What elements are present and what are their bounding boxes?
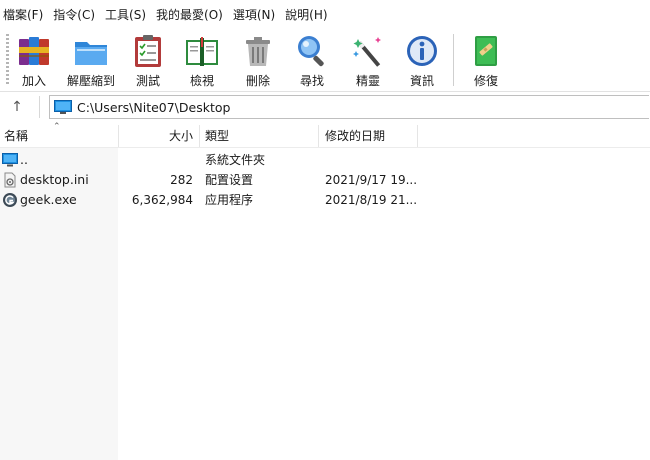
- column-modified[interactable]: 修改的日期: [325, 123, 385, 147]
- address-path: C:\Users\Nite07\Desktop: [77, 99, 231, 115]
- toolbar: 加入 解壓縮到 測試 檢視 刪除 尋找 精靈 資訊 修復: [0, 30, 650, 90]
- view-label: 檢視: [189, 74, 214, 88]
- menu-file[interactable]: 檔案(F): [0, 0, 48, 30]
- extract-to-button[interactable]: 解壓縮到: [64, 30, 118, 90]
- settings-file-icon: [4, 172, 16, 188]
- column-divider[interactable]: [318, 125, 319, 147]
- geek-app-icon: [3, 193, 17, 207]
- column-divider[interactable]: [417, 125, 418, 147]
- file-modified: 2021/8/19 21...: [325, 193, 418, 207]
- file-size: 282: [170, 173, 193, 187]
- find-label: 尋找: [299, 74, 324, 88]
- toolbar-grip[interactable]: [6, 34, 9, 86]
- menu-commands[interactable]: 指令(C): [48, 0, 100, 30]
- wizard-button[interactable]: 精靈: [350, 30, 386, 90]
- info-button[interactable]: 資訊: [404, 30, 440, 90]
- trash-can-icon: [246, 37, 270, 66]
- list-item[interactable]: desktop.ini 282 配置设置 2021/9/17 19...: [0, 170, 650, 190]
- folder-extract-icon: [75, 42, 107, 65]
- sort-ascending-icon: ⌃: [53, 122, 61, 132]
- file-size: [118, 150, 193, 170]
- test-label: 測試: [135, 74, 160, 88]
- menu-bar: 檔案(F) 指令(C) 工具(S) 我的最愛(O) 選項(N) 說明(H): [0, 0, 650, 30]
- address-separator: [39, 96, 40, 118]
- book-view-icon: [186, 37, 218, 66]
- file-name: geek.exe: [20, 192, 77, 207]
- books-add-icon: [19, 37, 49, 65]
- list-item[interactable]: .. 系統文件夾: [0, 150, 650, 170]
- file-name: ..: [20, 152, 28, 167]
- view-button[interactable]: 檢視: [184, 30, 220, 90]
- find-button[interactable]: 尋找: [294, 30, 330, 90]
- repair-button[interactable]: 修復: [468, 30, 504, 90]
- file-modified: 2021/9/17 19...: [325, 173, 418, 187]
- add-label: 加入: [21, 74, 46, 88]
- repair-label: 修復: [473, 74, 498, 88]
- magic-wand-icon: [353, 37, 381, 67]
- repair-book-icon: [475, 36, 497, 66]
- magnifier-icon: [298, 36, 324, 67]
- file-size: 6,362,984: [131, 193, 193, 207]
- add-button[interactable]: 加入: [16, 30, 52, 90]
- menu-favorites[interactable]: 我的最愛(O): [151, 0, 228, 30]
- address-bar: ↑ C:\Users\Nite07\Desktop: [0, 91, 650, 122]
- extract-to-label: 解壓縮到: [66, 74, 115, 88]
- clipboard-test-icon: [135, 35, 161, 67]
- menu-options[interactable]: 選項(N): [228, 0, 280, 30]
- toolbar-separator: [453, 34, 454, 86]
- wizard-label: 精靈: [355, 74, 380, 88]
- address-field[interactable]: C:\Users\Nite07\Desktop: [49, 95, 649, 119]
- info-label: 資訊: [409, 74, 434, 88]
- info-icon: [407, 36, 437, 66]
- file-type: 应用程序: [205, 193, 254, 207]
- up-arrow-icon[interactable]: ↑: [6, 97, 28, 117]
- menu-help[interactable]: 說明(H): [280, 0, 332, 30]
- file-list-header: ⌃ 名稱 大小 類型 修改的日期: [0, 123, 650, 148]
- file-type: 系統文件夾: [205, 153, 266, 167]
- delete-label: 刪除: [245, 74, 270, 88]
- folder-up-monitor-icon: [2, 153, 18, 167]
- monitor-icon: [54, 100, 72, 114]
- column-divider[interactable]: [199, 125, 200, 147]
- file-name: desktop.ini: [20, 172, 89, 187]
- test-button[interactable]: 測試: [130, 30, 166, 90]
- list-item[interactable]: geek.exe 6,362,984 应用程序 2021/8/19 21...: [0, 190, 650, 210]
- column-size[interactable]: 大小: [118, 123, 193, 147]
- file-type: 配置设置: [205, 173, 254, 187]
- file-list: .. 系統文件夾 desktop.ini 282 配置设置 2021/9/17 …: [0, 148, 650, 460]
- delete-button[interactable]: 刪除: [240, 30, 276, 90]
- column-type[interactable]: 類型: [205, 123, 229, 147]
- menu-tools[interactable]: 工具(S): [100, 0, 151, 30]
- column-name[interactable]: 名稱: [4, 123, 28, 147]
